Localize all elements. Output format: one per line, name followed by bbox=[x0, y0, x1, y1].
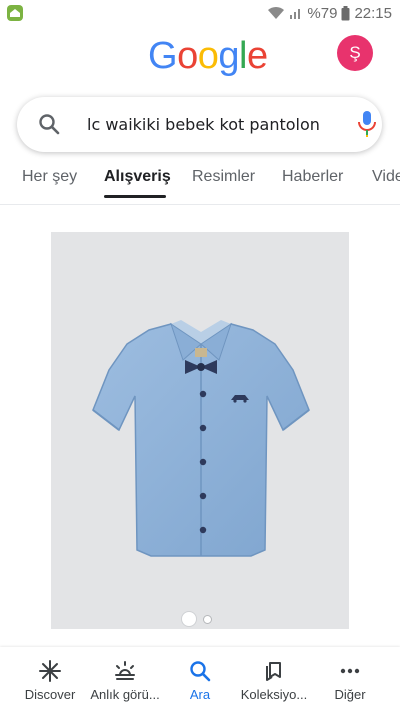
carousel-dot-active[interactable] bbox=[181, 611, 197, 627]
avatar-letter: Ş bbox=[349, 43, 361, 62]
active-tab-indicator bbox=[104, 195, 166, 198]
battery-icon bbox=[341, 5, 350, 20]
asterisk-icon bbox=[39, 660, 61, 682]
logo-letter: g bbox=[218, 35, 239, 77]
nav-label-collections: Koleksiyo... bbox=[240, 687, 308, 702]
sunrise-icon bbox=[115, 661, 135, 680]
carousel-dot[interactable] bbox=[203, 614, 212, 624]
more-dots-icon bbox=[340, 668, 360, 674]
google-logo: Google bbox=[148, 34, 268, 78]
tab-haberler[interactable]: Haberler bbox=[282, 168, 343, 186]
status-right: %79 22:15 bbox=[267, 3, 392, 23]
shirt-image bbox=[92, 320, 310, 557]
tab-alisveris[interactable]: Alışveriş bbox=[104, 168, 171, 186]
search-input[interactable] bbox=[87, 97, 337, 152]
logo-letter: o bbox=[197, 35, 219, 77]
avatar[interactable]: Ş bbox=[337, 35, 373, 71]
home-notification-icon bbox=[7, 5, 23, 21]
signal-icon bbox=[290, 9, 301, 19]
product-image[interactable] bbox=[51, 232, 349, 629]
bookmark-stack-icon bbox=[266, 662, 281, 681]
wifi-icon bbox=[268, 6, 285, 19]
carousel-dots bbox=[181, 611, 212, 627]
logo-letter: o bbox=[177, 35, 198, 77]
search-tabs: Her şey Alışveriş Resimler Haberler Vide bbox=[0, 160, 400, 200]
logo-letter: l bbox=[238, 35, 247, 77]
nav-snapshot[interactable]: Anlık görü... bbox=[85, 647, 165, 711]
logo-letter: e bbox=[246, 35, 268, 77]
bottom-nav: Discover Anlık görü... Ara Koleksiyo... … bbox=[0, 647, 400, 711]
nav-label-discover: Discover bbox=[24, 687, 76, 702]
divider bbox=[0, 204, 400, 205]
search-icon[interactable] bbox=[37, 112, 61, 136]
nav-discover[interactable]: Discover bbox=[10, 647, 90, 711]
clock: 22:15 bbox=[354, 4, 392, 22]
nav-label-search: Ara bbox=[189, 687, 211, 702]
tab-videolar[interactable]: Vide bbox=[372, 168, 400, 186]
search-icon bbox=[190, 661, 211, 682]
nav-more[interactable]: Diğer bbox=[310, 647, 390, 711]
logo-letter: G bbox=[148, 35, 178, 77]
status-bar: %79 22:15 bbox=[0, 0, 400, 26]
nav-label-more: Diğer bbox=[334, 687, 366, 702]
tab-her-sey[interactable]: Her şey bbox=[22, 168, 77, 186]
mic-icon[interactable] bbox=[355, 109, 379, 139]
search-box[interactable] bbox=[17, 97, 382, 152]
nav-label-snapshot: Anlık görü... bbox=[90, 687, 160, 702]
tab-resimler[interactable]: Resimler bbox=[192, 168, 255, 186]
battery-percent: %79 bbox=[307, 4, 338, 22]
nav-search[interactable]: Ara bbox=[160, 647, 240, 711]
nav-collections[interactable]: Koleksiyo... bbox=[234, 647, 314, 711]
